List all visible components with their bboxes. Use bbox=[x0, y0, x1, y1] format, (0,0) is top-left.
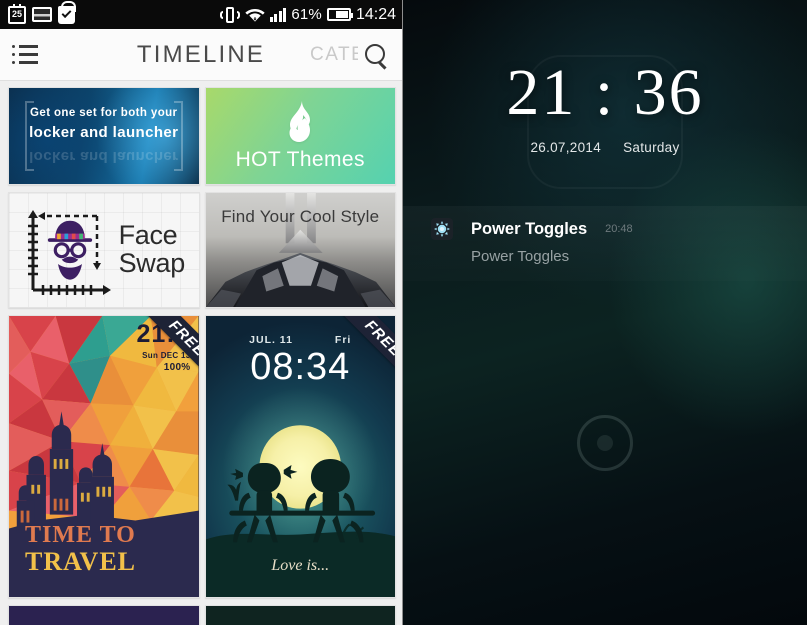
banner-locker-line1: Get one set for both your bbox=[30, 107, 178, 120]
banner-face-swap-line2: Swap bbox=[118, 248, 186, 278]
theme-feed-scroll[interactable]: Get one set for both your locker and lau… bbox=[0, 81, 402, 625]
notification-power-toggles[interactable]: Power Toggles 20:48 Power Toggles bbox=[403, 206, 807, 281]
theme-card-partial-right[interactable] bbox=[204, 605, 396, 625]
theme-row-2-partial bbox=[8, 605, 396, 625]
tab-my[interactable]: IY bbox=[50, 44, 108, 66]
theme-card-time-to-travel[interactable]: 21:3 Sun DEC 13 100% TIME TO TRAVEL FREE bbox=[8, 315, 200, 598]
banner-row-2: Face Swap Find Your Cool Style bbox=[8, 192, 396, 308]
banner-hot-label: HOT Themes bbox=[235, 148, 365, 171]
dual-screenshot: 25 61% 14:24 TIMELINE CAT Get one set fo… bbox=[0, 0, 807, 625]
theme-card-partial-left[interactable] bbox=[8, 605, 200, 625]
free-badge: FREE bbox=[137, 316, 199, 378]
app-nav-bar: IY TIMELINE CATE bbox=[0, 29, 402, 81]
notification-title: Power Toggles bbox=[471, 219, 588, 238]
theme-caption: Love is... bbox=[271, 557, 330, 574]
free-badge-label: FREE bbox=[340, 316, 395, 378]
lock-screen-date-row: 26.07,2014 Saturday bbox=[403, 140, 807, 155]
banner-face-swap-line1: Face bbox=[118, 220, 178, 251]
theme-card-love-is[interactable]: JUL. 11 Fri 08:34 Love is... FREE bbox=[204, 315, 396, 598]
banner-locker-reflection: locker and launcher bbox=[29, 147, 179, 165]
banner-face-swap-label: Face Swap bbox=[118, 220, 186, 278]
theme-store-panel: 25 61% 14:24 TIMELINE CAT Get one set fo… bbox=[0, 0, 403, 625]
signal-icon bbox=[269, 7, 287, 22]
vibrate-icon bbox=[219, 6, 240, 24]
wifi-icon bbox=[245, 6, 265, 23]
status-bar-notification-icons: 25 bbox=[8, 0, 76, 24]
theme-date: JUL. 11 bbox=[249, 334, 293, 346]
flame-icon bbox=[289, 101, 311, 142]
free-badge-label: FREE bbox=[144, 316, 199, 378]
theme-title-line2: TRAVEL bbox=[25, 546, 137, 576]
gear-icon bbox=[431, 218, 453, 240]
banner-hot-themes[interactable]: HOT Themes bbox=[204, 87, 396, 185]
notification-header: Power Toggles 20:48 bbox=[431, 218, 807, 240]
banner-locker-line2: locker and launcher bbox=[29, 124, 179, 142]
status-bar-system-icons: 61% 14:24 bbox=[219, 5, 396, 24]
battery-icon bbox=[326, 8, 353, 21]
unlock-ring-icon[interactable] bbox=[577, 415, 633, 471]
free-badge: FREE bbox=[333, 316, 395, 378]
lock-screen-panel: 21 : 36 26.07,2014 Saturday Power Toggle… bbox=[403, 0, 807, 625]
lock-screen-date: 26.07,2014 bbox=[530, 140, 602, 155]
tab-timeline[interactable]: TIMELINE bbox=[137, 41, 265, 69]
notification-subtitle: Power Toggles bbox=[471, 248, 570, 265]
screenshot-icon bbox=[32, 7, 52, 22]
banner-cool-style[interactable]: Find Your Cool Style bbox=[204, 192, 396, 308]
banner-face-swap[interactable]: Face Swap bbox=[8, 192, 200, 308]
hipster-face-icon bbox=[27, 210, 111, 295]
theme-title: TIME TO TRAVEL bbox=[25, 523, 136, 575]
calendar-icon: 25 bbox=[8, 3, 26, 24]
tab-category[interactable]: CATE bbox=[310, 44, 358, 66]
notification-time: 20:48 bbox=[605, 223, 633, 235]
list-icon[interactable] bbox=[12, 45, 38, 64]
status-bar: 25 61% 14:24 bbox=[0, 0, 402, 29]
banner-row-1: Get one set for both your locker and lau… bbox=[8, 87, 396, 185]
theme-title-line1: TIME TO bbox=[25, 522, 136, 549]
lock-screen-clock: 21 : 36 bbox=[506, 56, 704, 129]
theme-row-1: 21:3 Sun DEC 13 100% TIME TO TRAVEL FREE bbox=[8, 315, 396, 598]
status-bar-clock: 14:24 bbox=[355, 5, 396, 23]
battery-percent-label: 61% bbox=[291, 6, 322, 23]
calendar-day: 25 bbox=[11, 9, 22, 19]
banner-locker-launcher[interactable]: Get one set for both your locker and lau… bbox=[8, 87, 200, 185]
banner-cool-style-label: Find Your Cool Style bbox=[221, 207, 380, 226]
lock-screen-weekday: Saturday bbox=[623, 140, 680, 155]
play-store-bag-icon bbox=[58, 0, 76, 24]
search-icon[interactable] bbox=[364, 43, 388, 67]
